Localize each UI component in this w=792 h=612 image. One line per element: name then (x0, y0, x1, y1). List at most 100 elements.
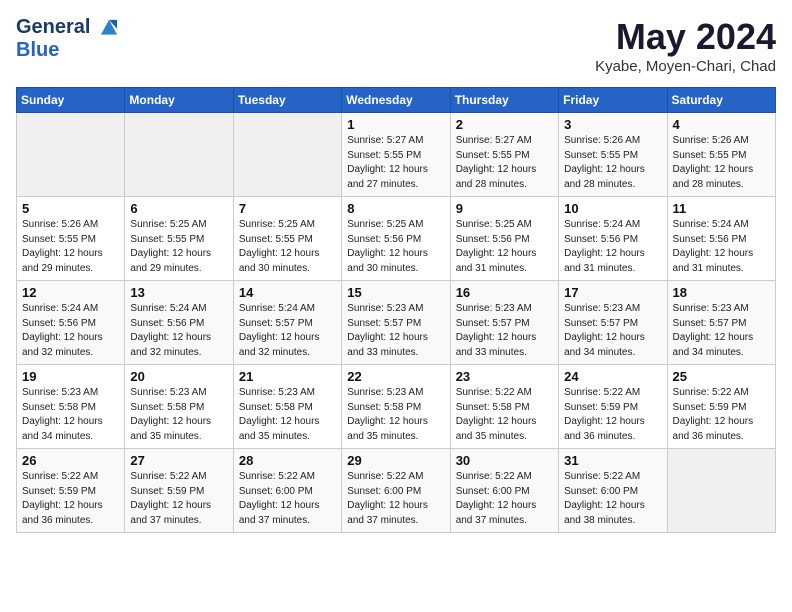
day-number: 27 (130, 453, 227, 468)
calendar-cell: 28Sunrise: 5:22 AMSunset: 6:00 PMDayligh… (233, 449, 341, 533)
day-number: 30 (456, 453, 553, 468)
calendar-cell: 8Sunrise: 5:25 AMSunset: 5:56 PMDaylight… (342, 197, 450, 281)
logo: General Blue (16, 16, 120, 61)
day-info: Sunrise: 5:23 AMSunset: 5:58 PMDaylight:… (130, 386, 227, 444)
calendar-cell: 29 Sunrise: 5:22 AMSunset: 6:00 PMDayligh… (342, 449, 450, 533)
calendar-week-row: 12 Sunrise: 5:24 AMSunset: 5:56 PMDayligh… (17, 281, 776, 365)
day-info: Sunrise: 5:22 AMSunset: 5:59 PMDaylight:… (564, 386, 661, 444)
day-info: Sunrise: 5:23 AMSunset: 5:57 PMDaylight:… (564, 302, 661, 360)
calendar-cell: 19 Sunrise: 5:23 AMSunset: 5:58 PMDayligh… (17, 365, 125, 449)
day-info: Sunrise: 5:22 AMSunset: 6:00 PMDaylight:… (239, 470, 336, 528)
calendar-cell: 27 Sunrise: 5:22 AMSunset: 5:59 PMDayligh… (125, 449, 233, 533)
day-info: Sunrise: 5:25 AMSunset: 5:55 PMDaylight:… (130, 218, 227, 276)
day-number: 10 (564, 201, 661, 216)
calendar-cell: 1 Sunrise: 5:27 AMSunset: 5:55 PMDaylight… (342, 113, 450, 197)
day-number: 7 (239, 201, 336, 216)
day-number: 23 (456, 369, 553, 384)
calendar-cell: 21Sunrise: 5:23 AMSunset: 5:58 PMDayligh… (233, 365, 341, 449)
calendar-cell: 4 Sunrise: 5:26 AMSunset: 5:55 PMDaylight… (667, 113, 775, 197)
day-info: Sunrise: 5:23 AMSunset: 5:58 PMDaylight:… (22, 386, 119, 444)
day-number: 14 (239, 285, 336, 300)
day-number: 9 (456, 201, 553, 216)
day-info: Sunrise: 5:23 AMSunset: 5:57 PMDaylight:… (673, 302, 770, 360)
calendar-cell: 25 Sunrise: 5:22 AMSunset: 5:59 PMDayligh… (667, 365, 775, 449)
day-number: 15 (347, 285, 444, 300)
day-info: Sunrise: 5:22 AMSunset: 5:58 PMDaylight:… (456, 386, 553, 444)
day-number: 3 (564, 117, 661, 132)
calendar-cell: 22Sunrise: 5:23 AMSunset: 5:58 PMDayligh… (342, 365, 450, 449)
day-info: Sunrise: 5:25 AMSunset: 5:55 PMDaylight:… (239, 218, 336, 276)
calendar-cell: 24 Sunrise: 5:22 AMSunset: 5:59 PMDayligh… (559, 365, 667, 449)
col-header-wednesday: Wednesday (342, 88, 450, 113)
day-info: Sunrise: 5:23 AMSunset: 5:57 PMDaylight:… (456, 302, 553, 360)
calendar-week-row: 26 Sunrise: 5:22 AMSunset: 5:59 PMDayligh… (17, 449, 776, 533)
day-info: Sunrise: 5:24 AMSunset: 5:56 PMDaylight:… (564, 218, 661, 276)
calendar-cell (233, 113, 341, 197)
title-section: May 2024 Kyabe, Moyen-Chari, Chad (595, 16, 776, 75)
calendar-cell (17, 113, 125, 197)
calendar-cell: 3Sunrise: 5:26 AMSunset: 5:55 PMDaylight… (559, 113, 667, 197)
day-info: Sunrise: 5:26 AMSunset: 5:55 PMDaylight:… (22, 218, 119, 276)
logo-icon (98, 17, 120, 39)
day-number: 12 (22, 285, 119, 300)
calendar-cell: 7 Sunrise: 5:25 AMSunset: 5:55 PMDaylight… (233, 197, 341, 281)
day-number: 22 (347, 369, 444, 384)
calendar-cell: 2Sunrise: 5:27 AMSunset: 5:55 PMDaylight… (450, 113, 558, 197)
calendar-cell: 31 Sunrise: 5:22 AMSunset: 6:00 PMDayligh… (559, 449, 667, 533)
col-header-saturday: Saturday (667, 88, 775, 113)
day-info: Sunrise: 5:24 AMSunset: 5:56 PMDaylight:… (22, 302, 119, 360)
calendar-cell: 18Sunrise: 5:23 AMSunset: 5:57 PMDayligh… (667, 281, 775, 365)
day-info: Sunrise: 5:24 AMSunset: 5:56 PMDaylight:… (673, 218, 770, 276)
calendar-cell (667, 449, 775, 533)
calendar-week-row: 19 Sunrise: 5:23 AMSunset: 5:58 PMDayligh… (17, 365, 776, 449)
day-number: 20 (130, 369, 227, 384)
calendar-cell: 17 Sunrise: 5:23 AMSunset: 5:57 PMDayligh… (559, 281, 667, 365)
col-header-monday: Monday (125, 88, 233, 113)
day-number: 31 (564, 453, 661, 468)
col-header-tuesday: Tuesday (233, 88, 341, 113)
day-info: Sunrise: 5:26 AMSunset: 5:55 PMDaylight:… (673, 134, 770, 192)
day-info: Sunrise: 5:22 AMSunset: 6:00 PMDaylight:… (456, 470, 553, 528)
day-info: Sunrise: 5:22 AMSunset: 5:59 PMDaylight:… (130, 470, 227, 528)
logo-blue: Blue (16, 39, 120, 61)
calendar-table: SundayMondayTuesdayWednesdayThursdayFrid… (16, 87, 776, 533)
calendar-cell: 30 Sunrise: 5:22 AMSunset: 6:00 PMDayligh… (450, 449, 558, 533)
calendar-cell: 26 Sunrise: 5:22 AMSunset: 5:59 PMDayligh… (17, 449, 125, 533)
day-number: 5 (22, 201, 119, 216)
day-info: Sunrise: 5:22 AMSunset: 6:00 PMDaylight:… (564, 470, 661, 528)
day-info: Sunrise: 5:23 AMSunset: 5:57 PMDaylight:… (347, 302, 444, 360)
day-number: 29 (347, 453, 444, 468)
calendar-cell: 15 Sunrise: 5:23 AMSunset: 5:57 PMDayligh… (342, 281, 450, 365)
day-info: Sunrise: 5:22 AMSunset: 5:59 PMDaylight:… (22, 470, 119, 528)
calendar-week-row: 1 Sunrise: 5:27 AMSunset: 5:55 PMDaylight… (17, 113, 776, 197)
day-number: 24 (564, 369, 661, 384)
day-number: 11 (673, 201, 770, 216)
subtitle: Kyabe, Moyen-Chari, Chad (595, 58, 776, 75)
day-info: Sunrise: 5:22 AMSunset: 5:59 PMDaylight:… (673, 386, 770, 444)
day-number: 13 (130, 285, 227, 300)
calendar-cell: 13Sunrise: 5:24 AMSunset: 5:56 PMDayligh… (125, 281, 233, 365)
logo-text: General (16, 16, 120, 39)
calendar-cell: 5 Sunrise: 5:26 AMSunset: 5:55 PMDaylight… (17, 197, 125, 281)
calendar-cell: 20 Sunrise: 5:23 AMSunset: 5:58 PMDayligh… (125, 365, 233, 449)
day-number: 25 (673, 369, 770, 384)
day-number: 17 (564, 285, 661, 300)
day-info: Sunrise: 5:22 AMSunset: 6:00 PMDaylight:… (347, 470, 444, 528)
day-number: 19 (22, 369, 119, 384)
day-number: 21 (239, 369, 336, 384)
calendar-cell: 23 Sunrise: 5:22 AMSunset: 5:58 PMDayligh… (450, 365, 558, 449)
day-number: 2 (456, 117, 553, 132)
calendar-header-row: SundayMondayTuesdayWednesdayThursdayFrid… (17, 88, 776, 113)
day-number: 26 (22, 453, 119, 468)
calendar-cell: 12 Sunrise: 5:24 AMSunset: 5:56 PMDayligh… (17, 281, 125, 365)
day-number: 4 (673, 117, 770, 132)
col-header-sunday: Sunday (17, 88, 125, 113)
calendar-cell: 11 Sunrise: 5:24 AMSunset: 5:56 PMDayligh… (667, 197, 775, 281)
calendar-cell: 9Sunrise: 5:25 AMSunset: 5:56 PMDaylight… (450, 197, 558, 281)
day-number: 1 (347, 117, 444, 132)
main-title: May 2024 (595, 16, 776, 58)
calendar-cell (125, 113, 233, 197)
day-info: Sunrise: 5:27 AMSunset: 5:55 PMDaylight:… (347, 134, 444, 192)
calendar-cell: 16Sunrise: 5:23 AMSunset: 5:57 PMDayligh… (450, 281, 558, 365)
day-number: 8 (347, 201, 444, 216)
